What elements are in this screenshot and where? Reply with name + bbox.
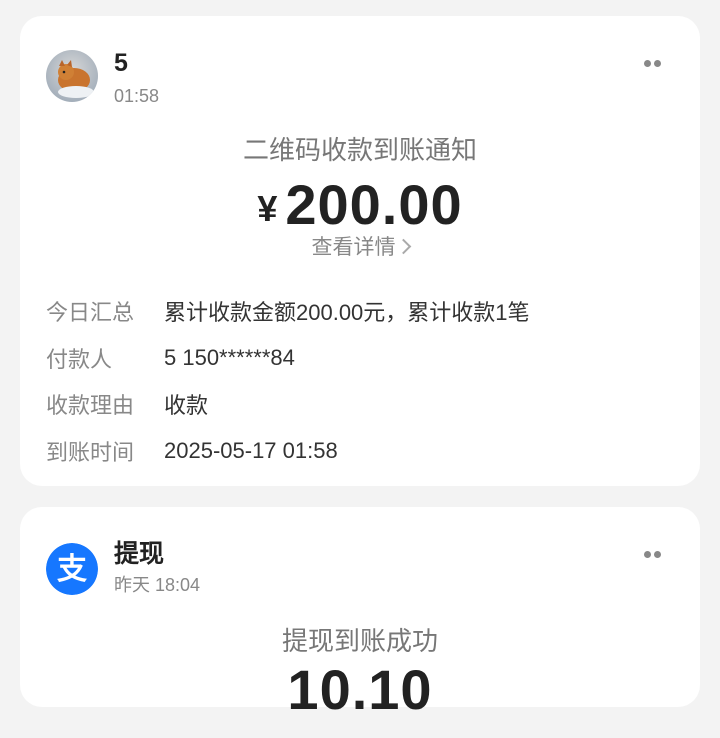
detail-label: 到账时间 <box>46 439 135 465</box>
notification-title: 二维码收款到账通知 <box>242 135 477 165</box>
sender-avatar[interactable]: 支 <box>46 543 98 595</box>
sender-name: 提现 <box>114 540 165 568</box>
alipay-glyph: 支 <box>57 552 87 587</box>
more-icon[interactable] <box>644 551 662 559</box>
message-time: 昨天 18:04 <box>114 575 201 595</box>
notification-title: 提现到账成功 <box>281 626 438 656</box>
detail-label: 付款人 <box>46 346 113 372</box>
detail-row-summary: 今日汇总 累计收款金额200.00元，累计收款1笔 <box>46 288 680 335</box>
withdrawal-notification-card[interactable]: 支 提现 昨天 18:04 提现到账成功 10.10 <box>20 507 700 721</box>
sender-name: 5 <box>114 49 128 77</box>
amount-value: 10.10 <box>287 658 433 721</box>
more-icon[interactable] <box>644 60 662 68</box>
amount-row: 10.10 <box>20 657 700 723</box>
detail-label: 今日汇总 <box>46 300 135 326</box>
detail-row-arrival-time: 到账时间 2025-05-17 01:58 <box>46 428 680 475</box>
amount-row: ¥200.00 <box>20 172 700 238</box>
avatar-photo-icon <box>46 50 98 102</box>
view-details-link[interactable]: 查看详情 <box>20 234 700 262</box>
sender-avatar[interactable] <box>46 50 98 102</box>
detail-value: 累计收款金额200.00元，累计收款1笔 <box>164 300 530 326</box>
amount-value: 200.00 <box>285 173 463 236</box>
details-list: 今日汇总 累计收款金额200.00元，累计收款1笔 付款人 5 150*****… <box>46 288 680 474</box>
detail-value: 2025-05-17 01:58 <box>164 437 338 463</box>
detail-value: 5 150******84 <box>164 344 295 370</box>
message-time: 01:58 <box>114 86 160 106</box>
view-details-label: 查看详情 <box>311 236 396 259</box>
detail-label: 收款理由 <box>46 393 135 419</box>
detail-row-payer: 付款人 5 150******84 <box>46 335 680 382</box>
chevron-right-icon <box>395 238 411 255</box>
detail-value: 收款 <box>164 393 209 419</box>
payment-notification-card[interactable]: 5 01:58 二维码收款到账通知 ¥200.00 查看详情 今日汇总 累计收款… <box>20 16 700 486</box>
detail-row-reason: 收款理由 收款 <box>46 381 680 428</box>
alipay-logo-icon: 支 <box>46 543 98 595</box>
currency-symbol: ¥ <box>257 188 278 229</box>
